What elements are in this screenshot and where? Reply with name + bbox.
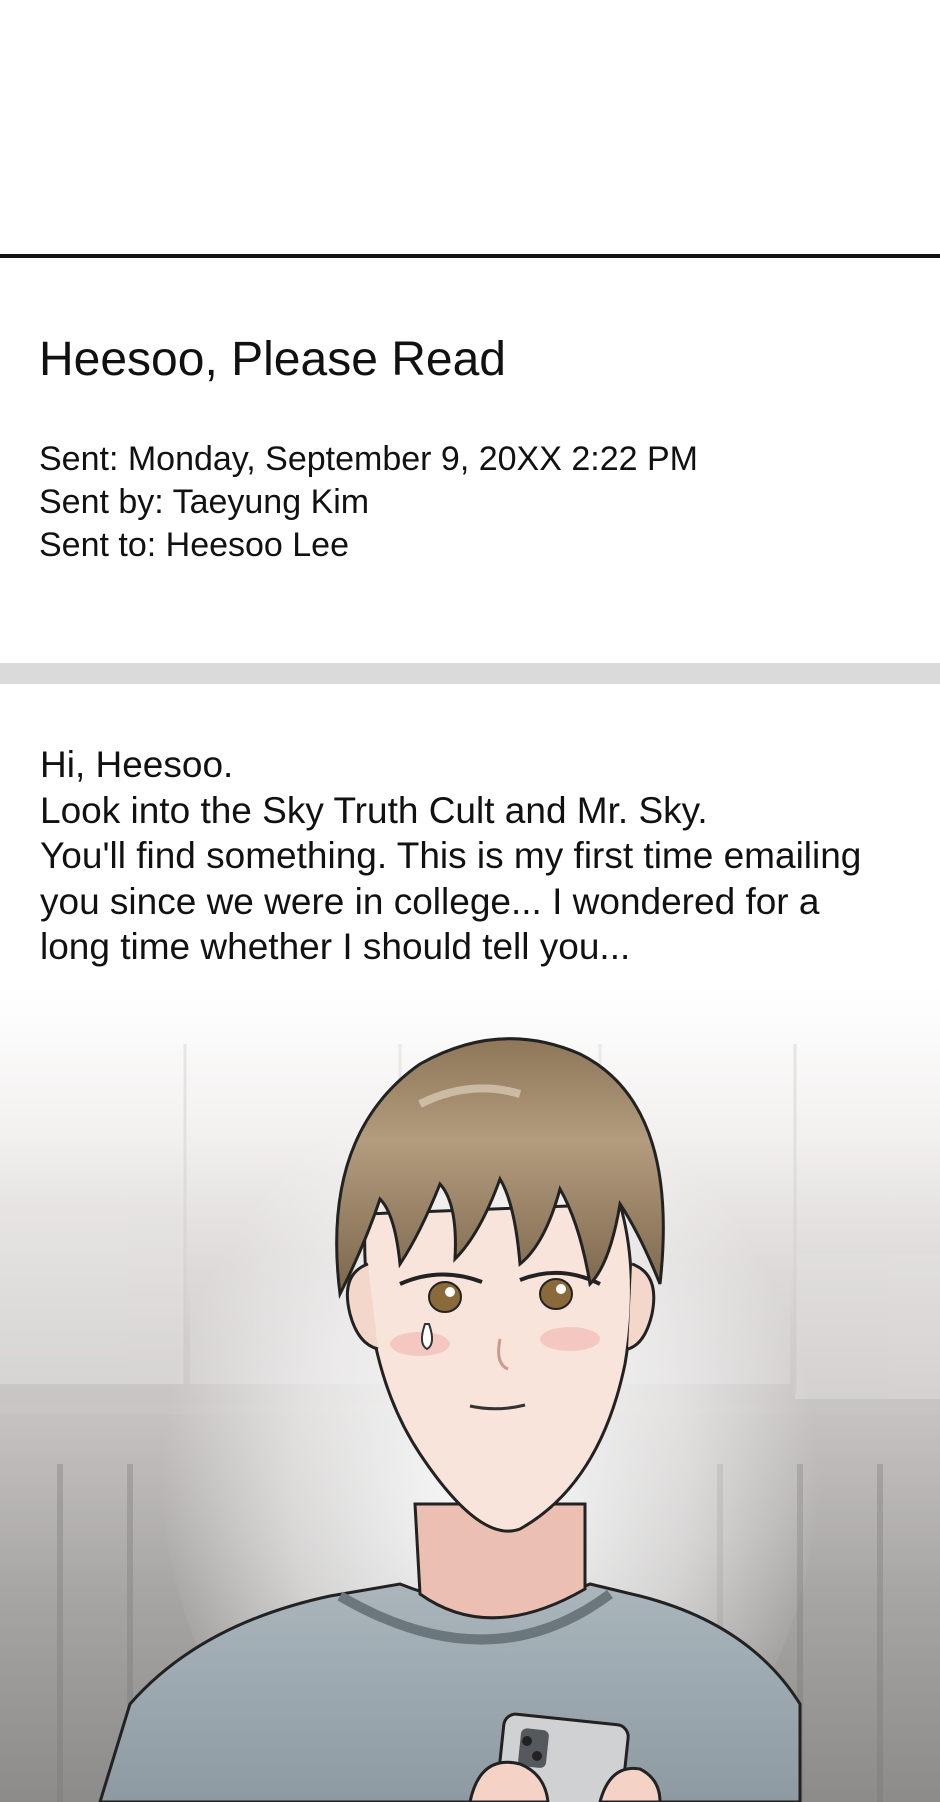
email-subject: Heesoo, Please Read [39, 333, 506, 386]
email-meta: Sent: Monday, September 9, 20XX 2:22 PM … [39, 438, 698, 567]
email-header: Heesoo, Please Read Sent: Monday, Septem… [0, 258, 940, 663]
email-body: Hi, Heesoo. Look into the Sky Truth Cult… [0, 684, 940, 984]
left-blush [390, 1332, 450, 1356]
section-divider [0, 663, 940, 684]
body-line: You'll find something. This is my first … [40, 835, 862, 876]
body-line: long time whether I should tell you... [40, 926, 631, 967]
email-recipient: Sent to: Heesoo Lee [39, 526, 350, 564]
body-line: Hi, Heesoo. [40, 744, 234, 785]
top-blank-space [0, 0, 940, 254]
character-illustration [0, 984, 940, 1802]
body-line: Look into the Sky Truth Cult and Mr. Sky… [40, 789, 708, 831]
email-sent-date: Sent: Monday, September 9, 20XX 2:22 PM [39, 440, 698, 478]
email-body-text: Hi, Heesoo. Look into the Sky Truth Cult… [40, 742, 920, 970]
right-blush [540, 1327, 600, 1351]
sweat-drop [421, 1323, 433, 1351]
body-line: you since we were in college... I wonder… [40, 880, 820, 922]
email-sender: Sent by: Taeyung Kim [39, 483, 370, 521]
comic-illustration [0, 984, 940, 1802]
